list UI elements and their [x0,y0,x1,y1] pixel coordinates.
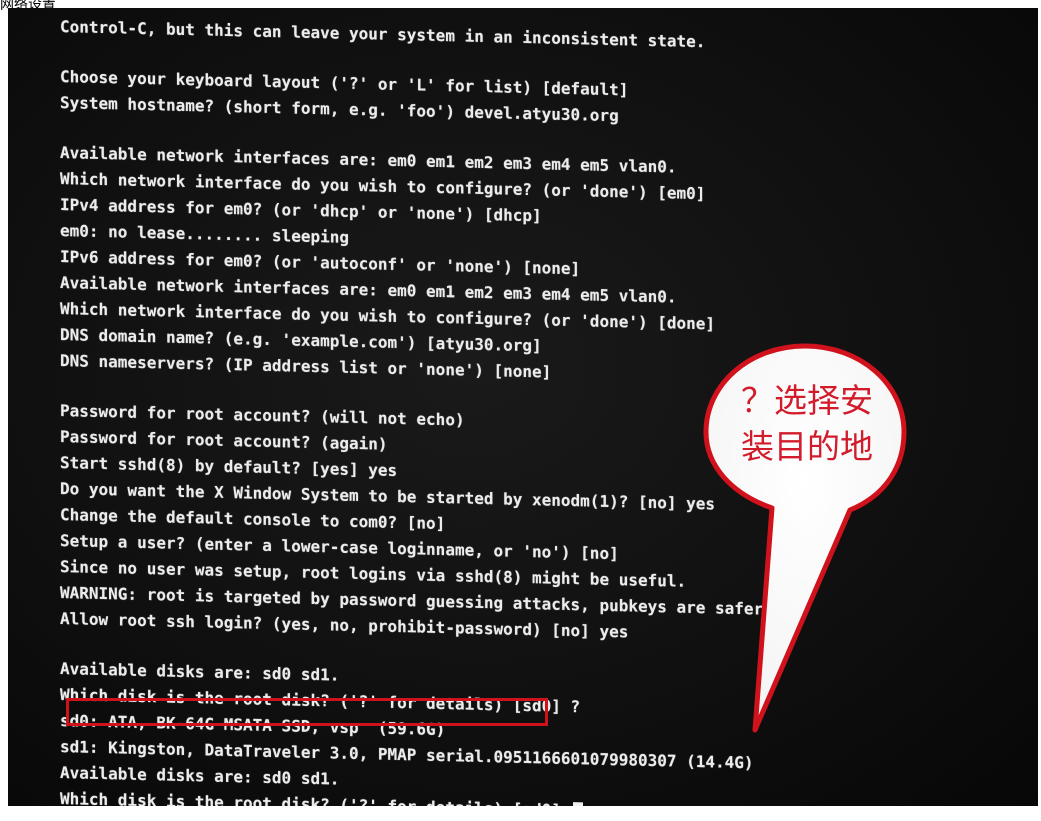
photo-frame: 网络设置 Control-C, but this can leave your … [0,0,1041,821]
callout-line-1: ？选择安 [741,381,873,420]
callout-text: ？选择安 装目的地 [712,378,902,470]
disk-highlight-box [66,698,548,726]
installer-console: Control-C, but this can leave your syste… [60,14,773,806]
callout-line-2: 装目的地 [741,427,873,466]
text-cursor [572,801,583,806]
